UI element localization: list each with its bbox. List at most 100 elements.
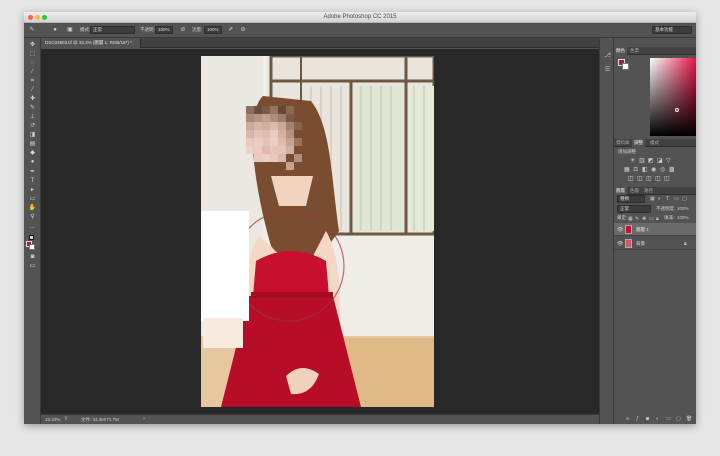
zoom-tool-icon[interactable]: ⚲ bbox=[28, 214, 37, 221]
visibility-eye-icon[interactable]: 👁︎ bbox=[617, 241, 623, 247]
default-colors-icon[interactable] bbox=[29, 235, 34, 240]
gradient-tool-icon[interactable]: ▤ bbox=[28, 141, 37, 148]
vibrance-adjust-icon[interactable]: ▽ bbox=[666, 158, 671, 164]
photo-filter-adjust-icon[interactable]: ◉ bbox=[651, 167, 656, 173]
airbrush-icon[interactable]: ✐ bbox=[227, 26, 235, 34]
filter-smart-icon[interactable]: ▢ bbox=[682, 196, 687, 202]
type-tool-icon[interactable]: T bbox=[28, 178, 37, 185]
share-icon[interactable]: ⇪ bbox=[63, 415, 69, 424]
posterize-adjust-icon[interactable]: ◫ bbox=[637, 176, 643, 182]
eraser-tool-icon[interactable]: ◨ bbox=[28, 132, 37, 139]
tab-color[interactable]: 顏色 bbox=[614, 47, 627, 55]
brush-tool-icon[interactable]: ✎ bbox=[28, 26, 36, 34]
layers-panel-tabs: 圖層 色版 路徑 bbox=[614, 187, 696, 195]
lock-pixels-icon[interactable]: ✎ bbox=[635, 216, 639, 222]
move-tool-icon[interactable]: ✥ bbox=[28, 42, 37, 49]
lock-artboard-icon[interactable]: ▭ bbox=[649, 216, 654, 222]
color-picker-field[interactable] bbox=[650, 58, 696, 136]
color-picker-cursor[interactable] bbox=[675, 108, 679, 112]
filter-pixel-icon[interactable]: ▦ bbox=[650, 196, 655, 202]
layer-row[interactable]: 👁︎ 背景 🔒︎ bbox=[614, 237, 696, 250]
shape-tool-icon[interactable]: ▭ bbox=[28, 196, 37, 203]
crop-tool-icon[interactable]: ⌗ bbox=[28, 78, 37, 85]
lock-all-icon[interactable]: 🔒︎ bbox=[656, 216, 659, 222]
brush-preset-picker-icon[interactable]: ● bbox=[50, 26, 60, 34]
layer-row[interactable]: 👁︎ 圖層 1 bbox=[614, 223, 696, 236]
document-image[interactable] bbox=[201, 56, 434, 407]
threshold-adjust-icon[interactable]: ◫ bbox=[646, 176, 652, 182]
new-layer-icon[interactable]: ▢ bbox=[676, 416, 681, 422]
tab-swatches[interactable]: 色票 bbox=[628, 47, 641, 55]
tab-libraries[interactable]: 資料庫 bbox=[614, 139, 632, 147]
filter-shape-icon[interactable]: ▭ bbox=[674, 196, 679, 202]
exposure-adjust-icon[interactable]: ◪ bbox=[657, 158, 663, 164]
fill-value[interactable]: 100% bbox=[677, 214, 689, 222]
quick-mask-icon[interactable]: ◙ bbox=[28, 254, 37, 261]
layer-name[interactable]: 圖層 1 bbox=[636, 223, 649, 236]
color-balance-adjust-icon[interactable]: ⚖ bbox=[633, 167, 638, 173]
document-size[interactable]: 文件: 34.3M/71.7M bbox=[81, 415, 119, 424]
tab-layers[interactable]: 圖層 bbox=[614, 187, 627, 195]
invert-adjust-icon[interactable]: ◫ bbox=[628, 176, 634, 182]
path-select-tool-icon[interactable]: ▸ bbox=[28, 187, 37, 194]
history-brush-tool-icon[interactable]: ↺ bbox=[28, 123, 37, 130]
tab-paths[interactable]: 路徑 bbox=[642, 187, 655, 195]
clone-stamp-tool-icon[interactable]: ⊥ bbox=[28, 114, 37, 121]
eyedropper-tool-icon[interactable]: ⁄ bbox=[28, 87, 37, 94]
blend-mode-select[interactable]: 正常 bbox=[617, 205, 651, 213]
tab-adjustments[interactable]: 調整 bbox=[632, 139, 645, 147]
channel-mixer-adjust-icon[interactable]: ◎ bbox=[660, 167, 665, 173]
workspace-select[interactable]: 基本功能 bbox=[652, 26, 692, 34]
background-color-swatch[interactable] bbox=[29, 244, 35, 250]
brush-panel-toggle-icon[interactable]: ▣ bbox=[66, 26, 74, 34]
title-bar: Adobe Photoshop CC 2015 bbox=[24, 12, 696, 23]
healing-brush-tool-icon[interactable]: ✚ bbox=[28, 96, 37, 103]
layer-style-icon[interactable]: ƒ bbox=[636, 416, 639, 422]
gradient-map-adjust-icon[interactable]: ◫ bbox=[655, 176, 661, 182]
color-lookup-adjust-icon[interactable]: ▩ bbox=[669, 167, 675, 173]
canvas-area[interactable] bbox=[41, 49, 607, 414]
tab-styles[interactable]: 樣式 bbox=[648, 139, 661, 147]
flow-field[interactable]: 100% bbox=[204, 26, 222, 34]
document-tab[interactable]: DSC03903.tif @ 33.3% (圖層 1, RGB/16*) * bbox=[41, 38, 141, 48]
hand-tool-icon[interactable]: ✋ bbox=[28, 205, 37, 212]
mode-select[interactable]: 正常 bbox=[90, 26, 135, 34]
delete-layer-icon[interactable]: 🗑︎ bbox=[686, 416, 692, 422]
color-panel-background-swatch[interactable] bbox=[622, 63, 629, 70]
more-tools-icon[interactable]: … bbox=[28, 224, 37, 231]
layer-name[interactable]: 背景 bbox=[636, 237, 645, 250]
layer-filter-select[interactable]: 種類 bbox=[617, 195, 645, 203]
lasso-tool-icon[interactable]: ◌ bbox=[28, 60, 37, 67]
lock-position-icon[interactable]: ✥ bbox=[642, 216, 646, 222]
pressure-size-icon[interactable]: ⊘ bbox=[239, 26, 247, 34]
add-mask-icon[interactable]: ◙ bbox=[646, 416, 649, 422]
curves-adjust-icon[interactable]: ◩ bbox=[648, 158, 654, 164]
link-layers-icon[interactable]: ∞ bbox=[626, 416, 630, 422]
brightness-adjust-icon[interactable]: ☀ bbox=[630, 158, 635, 164]
brush-tool-icon[interactable]: ✎ bbox=[28, 105, 37, 112]
history-panel-icon[interactable]: ⎇ bbox=[603, 52, 612, 60]
layer-opacity-value[interactable]: 100% bbox=[677, 205, 689, 213]
new-group-icon[interactable]: ▭ bbox=[666, 416, 671, 422]
levels-adjust-icon[interactable]: ▥ bbox=[639, 158, 645, 164]
tab-channels[interactable]: 色版 bbox=[628, 187, 641, 195]
hue-saturation-adjust-icon[interactable]: ▦ bbox=[624, 167, 630, 173]
marquee-tool-icon[interactable]: ⬚ bbox=[28, 51, 37, 58]
new-adjustment-icon[interactable]: ◐ bbox=[656, 416, 659, 422]
pressure-opacity-icon[interactable]: ⊘ bbox=[179, 26, 187, 34]
opacity-field[interactable]: 100% bbox=[155, 26, 173, 34]
dodge-tool-icon[interactable]: ● bbox=[28, 159, 37, 166]
pen-tool-icon[interactable]: ✒ bbox=[28, 169, 37, 176]
blur-tool-icon[interactable]: ◆ bbox=[28, 150, 37, 157]
black-white-adjust-icon[interactable]: ◧ bbox=[642, 167, 648, 173]
properties-panel-icon[interactable]: ☰ bbox=[603, 66, 612, 74]
zoom-level[interactable]: 33.33% bbox=[45, 415, 60, 424]
lock-transparent-icon[interactable]: ▦ bbox=[628, 216, 633, 222]
quick-select-tool-icon[interactable]: ⁄ bbox=[28, 69, 37, 76]
visibility-eye-icon[interactable]: 👁︎ bbox=[617, 227, 623, 233]
screen-mode-icon[interactable]: ▭ bbox=[28, 263, 37, 270]
selective-color-adjust-icon[interactable]: ◫ bbox=[664, 176, 670, 182]
filter-type-icon[interactable]: T bbox=[666, 196, 669, 202]
status-menu-arrow-icon[interactable]: › bbox=[141, 415, 147, 424]
filter-adjust-icon[interactable]: ◐ bbox=[658, 196, 661, 202]
